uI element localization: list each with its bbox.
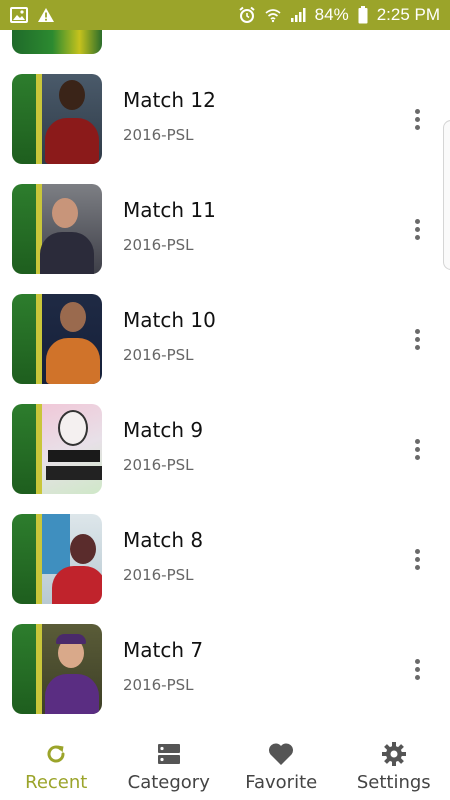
match-thumbnail[interactable]: [12, 404, 102, 494]
match-season: 2016-PSL: [123, 456, 194, 474]
match-thumbnail[interactable]: [12, 294, 102, 384]
list-item[interactable]: Match 8 2016-PSL: [0, 514, 450, 624]
nav-label: Favorite: [245, 772, 318, 793]
match-thumbnail[interactable]: [12, 514, 102, 604]
nav-recent[interactable]: Recent: [0, 730, 113, 800]
more-options-icon[interactable]: [404, 104, 430, 134]
partial-thumbnail[interactable]: [12, 30, 102, 54]
more-options-icon[interactable]: [404, 324, 430, 354]
gear-icon: [380, 740, 408, 768]
nav-label: Recent: [25, 772, 88, 793]
nav-settings[interactable]: Settings: [338, 730, 450, 800]
status-time: 2:25 PM: [376, 5, 440, 24]
refresh-icon: [42, 740, 70, 768]
battery-percent: 84%: [314, 5, 349, 24]
match-title: Match 7: [123, 638, 204, 662]
status-bar-left: [10, 7, 55, 23]
image-icon: [10, 7, 28, 23]
more-options-icon[interactable]: [404, 654, 430, 684]
nav-label: Category: [127, 772, 210, 793]
side-drawer-handle[interactable]: [443, 120, 450, 270]
match-thumbnail[interactable]: [12, 184, 102, 274]
more-options-icon[interactable]: [404, 544, 430, 574]
more-options-icon[interactable]: [404, 214, 430, 244]
list-item[interactable]: Match 12 2016-PSL: [0, 74, 450, 184]
list-item[interactable]: Match 11 2016-PSL: [0, 184, 450, 294]
status-bar: 84% 2:25 PM: [0, 0, 450, 30]
list-item[interactable]: Match 10 2016-PSL: [0, 294, 450, 404]
nav-favorite[interactable]: Favorite: [225, 730, 338, 800]
match-season: 2016-PSL: [123, 676, 194, 694]
match-title: Match 10: [123, 308, 216, 332]
status-bar-right: 84% 2:25 PM: [238, 5, 440, 25]
warning-icon: [37, 7, 55, 23]
nav-label: Settings: [356, 772, 431, 793]
category-icon: [155, 740, 183, 768]
match-list[interactable]: Match 12 2016-PSL Match 11 2016-PSL Matc…: [0, 30, 450, 730]
alarm-icon: [238, 6, 256, 24]
wifi-icon: [265, 7, 281, 23]
match-title: Match 11: [123, 198, 216, 222]
bottom-navigation: Recent Category Favorite Settings: [0, 730, 450, 800]
match-title: Match 8: [123, 528, 204, 552]
list-item[interactable]: Match 9 2016-PSL: [0, 404, 450, 514]
match-season: 2016-PSL: [123, 566, 194, 584]
match-season: 2016-PSL: [123, 236, 194, 254]
list-item[interactable]: Match 7 2016-PSL: [0, 624, 450, 730]
more-options-icon[interactable]: [404, 434, 430, 464]
match-title: Match 9: [123, 418, 204, 442]
match-thumbnail[interactable]: [12, 624, 102, 714]
battery-icon: [358, 6, 368, 24]
nav-category[interactable]: Category: [113, 730, 226, 800]
heart-icon: [267, 740, 295, 768]
match-thumbnail[interactable]: [12, 74, 102, 164]
match-season: 2016-PSL: [123, 346, 194, 364]
match-title: Match 12: [123, 88, 216, 112]
signal-icon: [290, 7, 306, 23]
match-season: 2016-PSL: [123, 126, 194, 144]
